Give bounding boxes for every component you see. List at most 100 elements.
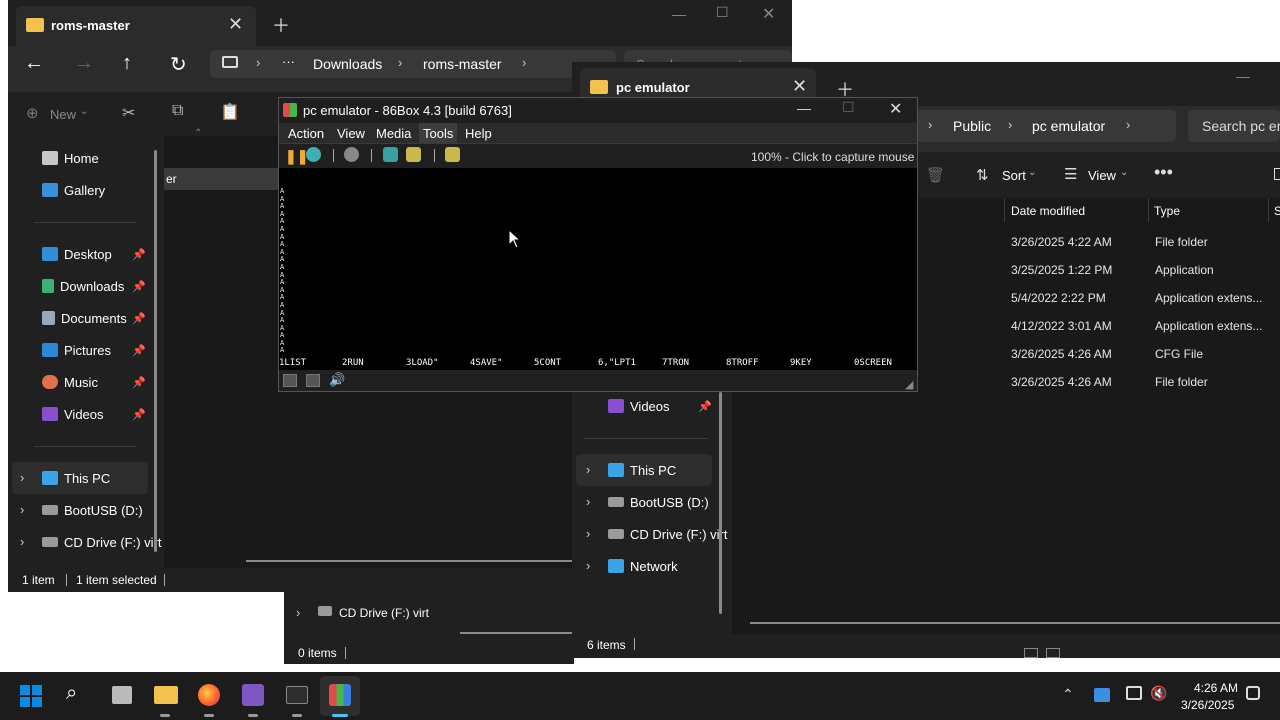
hscrollbar[interactable] <box>750 622 1280 624</box>
address-bar[interactable]: › ··· Downloads › roms-master › <box>210 50 616 78</box>
breadcrumb-public[interactable]: Public <box>953 118 991 134</box>
table-row[interactable]: 3/26/2025 4:22 AM <box>1011 235 1112 249</box>
nav-this-pc[interactable]: This PC <box>42 462 110 494</box>
pause-icon[interactable]: ❚❚ <box>285 148 308 165</box>
nav-cd-drive[interactable]: CD Drive (F:) virt <box>339 606 429 620</box>
minimize-icon[interactable]: — <box>797 100 811 116</box>
nav-gallery[interactable]: Gallery <box>42 174 105 206</box>
hdd-icon[interactable] <box>306 374 320 387</box>
file-explorer-icon[interactable] <box>154 686 178 704</box>
nav-this-pc[interactable]: This PC <box>608 454 676 486</box>
column-size[interactable]: S <box>1274 204 1280 218</box>
nav-scrollbar[interactable] <box>154 150 157 552</box>
details-pane-icon[interactable] <box>1274 168 1280 180</box>
tab-roms-master[interactable]: roms-master ✕ <box>16 6 256 46</box>
new-icon[interactable]: ⊕ <box>26 104 39 122</box>
breadcrumb-roms-master[interactable]: roms-master <box>423 56 502 72</box>
86box-app-icon[interactable] <box>329 684 351 706</box>
terminal-icon[interactable] <box>286 686 308 704</box>
view-icon[interactable]: ☰ <box>1064 165 1077 183</box>
table-row[interactable]: Application <box>1155 263 1214 277</box>
table-row[interactable]: 4/12/2022 3:01 AM <box>1011 319 1112 333</box>
close-window-icon[interactable]: ✕ <box>762 4 775 24</box>
column-date-modified[interactable]: Date modified <box>1011 204 1085 218</box>
table-row[interactable]: File folder <box>1155 375 1208 389</box>
chevron-right-icon[interactable]: › <box>586 526 590 541</box>
nav-network[interactable]: Network <box>608 550 678 582</box>
minimize-icon[interactable]: — <box>672 6 686 22</box>
table-row[interactable]: Application extens... <box>1155 319 1262 333</box>
nav-pictures[interactable]: Pictures <box>42 334 111 366</box>
resize-grip-icon[interactable]: ◢ <box>905 378 913 391</box>
visual-studio-icon[interactable] <box>242 684 264 706</box>
bluetooth-icon[interactable] <box>1094 688 1110 702</box>
paste-icon[interactable]: 📋 <box>220 102 240 122</box>
table-row[interactable]: 5/4/2022 2:22 PM <box>1011 291 1106 305</box>
table-row[interactable]: CFG File <box>1155 347 1203 361</box>
menu-tools[interactable]: Tools <box>423 126 453 141</box>
refresh-icon[interactable]: ↻ <box>170 52 187 77</box>
nav-documents[interactable]: Documents <box>42 302 127 334</box>
maximize-icon[interactable]: ☐ <box>716 4 729 21</box>
firefox-icon[interactable] <box>198 684 220 706</box>
chevron-right-icon[interactable]: › <box>20 502 24 517</box>
chevron-right-icon[interactable]: › <box>586 558 590 573</box>
delete-icon[interactable]: 🗑 <box>926 166 945 184</box>
nav-cd-drive[interactable]: CD Drive (F:) virt <box>608 518 728 550</box>
more-options-icon[interactable]: ••• <box>1154 162 1173 183</box>
volume-muted-icon[interactable]: 🔇 <box>1150 685 1167 702</box>
maximize-icon[interactable]: ☐ <box>842 99 855 116</box>
chevron-right-icon[interactable]: › <box>296 605 300 620</box>
ctrl-alt-esc-icon[interactable] <box>406 147 421 162</box>
power-icon[interactable] <box>344 147 359 162</box>
new-tab-icon[interactable]: ＋ <box>272 12 290 38</box>
cut-icon[interactable]: ✂ <box>122 103 135 123</box>
ctrl-alt-del-icon[interactable] <box>383 147 398 162</box>
emulator-screen[interactable]: AAAAAAAAAAAAAAAAAAAAAA 1LIST 2RUN 3LOAD"… <box>279 168 917 370</box>
hscrollbar[interactable] <box>246 560 586 562</box>
nav-bootusb[interactable]: BootUSB (D:) <box>608 486 709 518</box>
menu-media[interactable]: Media <box>376 126 411 141</box>
new-button[interactable]: New <box>50 107 76 122</box>
menu-view[interactable]: View <box>337 126 365 141</box>
close-window-icon[interactable]: ✕ <box>889 99 902 119</box>
close-tab-icon[interactable]: ✕ <box>228 14 243 35</box>
table-row[interactable]: Application extens... <box>1155 291 1262 305</box>
table-row[interactable]: File folder <box>1155 235 1208 249</box>
breadcrumb-downloads[interactable]: Downloads <box>313 56 382 72</box>
task-view-icon[interactable] <box>112 686 132 704</box>
nav-videos[interactable]: Videos <box>608 390 670 422</box>
nav-home[interactable]: Home <box>42 142 99 174</box>
forward-icon[interactable]: → <box>74 52 94 75</box>
more-icon[interactable]: ··· <box>282 54 295 69</box>
minimize-icon[interactable]: — <box>1236 68 1250 84</box>
column-divider[interactable] <box>1268 198 1269 222</box>
menu-action[interactable]: Action <box>288 126 324 141</box>
chevron-right-icon[interactable]: › <box>20 470 24 485</box>
tiles-view-icon[interactable] <box>1046 648 1060 658</box>
network-icon[interactable] <box>1126 686 1142 700</box>
capture-mouse-text[interactable]: 100% - Click to capture mouse <box>751 150 914 164</box>
sort-icon[interactable]: ⇅ <box>976 166 989 184</box>
breadcrumb-pc-emulator[interactable]: pc emulator <box>1032 118 1105 134</box>
search-box[interactable]: Search pc em <box>1188 110 1280 142</box>
chevron-right-icon[interactable]: › <box>20 534 24 549</box>
clock-date[interactable]: 3/26/2025 <box>1181 698 1234 712</box>
up-icon[interactable]: ↑ <box>122 52 132 75</box>
floppy-icon[interactable] <box>283 374 297 387</box>
table-row[interactable]: 3/26/2025 4:26 AM <box>1011 375 1112 389</box>
clock-time[interactable]: 4:26 AM <box>1194 681 1238 695</box>
column-type[interactable]: Type <box>1154 204 1180 218</box>
file-row-selected[interactable]: er <box>164 168 284 190</box>
sort-button[interactable]: Sort <box>1002 168 1026 183</box>
back-icon[interactable]: ← <box>24 52 44 75</box>
view-button[interactable]: View <box>1088 168 1116 183</box>
table-row[interactable]: 3/26/2025 4:26 AM <box>1011 347 1112 361</box>
reset-icon[interactable] <box>306 147 321 162</box>
sound-icon[interactable]: 🔊 <box>329 372 345 388</box>
start-icon[interactable] <box>20 685 42 707</box>
chevron-right-icon[interactable]: › <box>586 462 590 477</box>
menu-help[interactable]: Help <box>465 126 492 141</box>
column-divider[interactable] <box>1004 198 1005 222</box>
chevron-right-icon[interactable]: › <box>586 494 590 509</box>
